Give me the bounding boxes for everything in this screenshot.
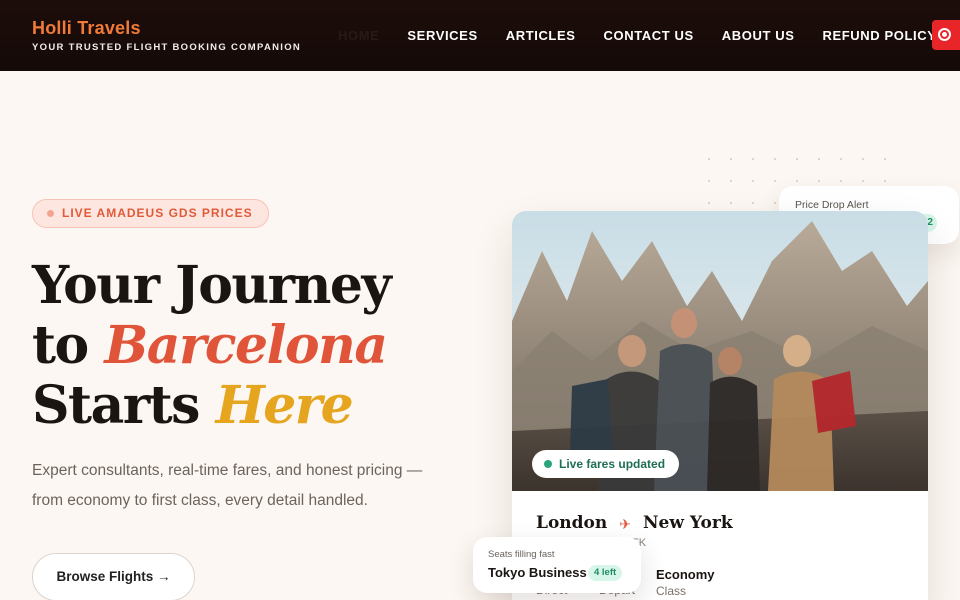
nav-refund-policy[interactable]: REFUND POLICY	[823, 28, 937, 43]
brand-tagline: YOUR TRUSTED FLIGHT BOOKING COMPANION	[32, 42, 302, 53]
hero-travel-photo	[512, 211, 928, 491]
origin-city: London	[536, 512, 608, 533]
price-alert-label: Price Drop Alert	[795, 199, 869, 211]
plane-icon: ✈	[619, 516, 631, 532]
hero-headline: Your Journey to Barcelona Starts Here	[32, 255, 392, 436]
meta-class: Economy Class	[656, 567, 715, 598]
flight-route: London ✈ New York	[536, 512, 733, 533]
nav-links: HOME SERVICES ARTICLES CONTACT US ABOUT …	[338, 28, 960, 43]
seats-route: Tokyo Business	[488, 565, 587, 580]
browse-flights-button[interactable]: Browse Flights →	[32, 553, 195, 600]
headline-here: Here	[215, 375, 354, 436]
record-icon	[938, 28, 951, 41]
headline-line-2: to Barcelona	[32, 315, 388, 376]
nav-home[interactable]: HOME	[338, 28, 379, 43]
headline-city: Barcelona	[104, 315, 388, 376]
headline-line-3: Starts Here	[32, 375, 354, 436]
hero-subtitle: Expert consultants, real-time fares, and…	[32, 462, 423, 509]
nav-services[interactable]: SERVICES	[407, 28, 477, 43]
seats-left-chip: 4 left	[588, 565, 623, 581]
nav-articles[interactable]: ARTICLES	[506, 28, 576, 43]
seats-filling-card[interactable]: Seats filling fast Tokyo Business 4 left	[473, 537, 641, 593]
brand-name[interactable]: Holli Travels	[32, 18, 301, 39]
live-fares-pill: Live fares updated	[532, 450, 680, 478]
brand[interactable]: Holli Travels YOUR TRUSTED FLIGHT BOOKIN…	[32, 18, 301, 53]
live-prices-badge: LIVE AMADEUS GDS PRICES	[32, 199, 269, 228]
destination-city: New York	[642, 512, 733, 533]
seats-label: Seats filling fast	[488, 549, 555, 560]
top-navigation: Holli Travels YOUR TRUSTED FLIGHT BOOKIN…	[0, 0, 960, 71]
nav-contact-us[interactable]: CONTACT US	[604, 28, 694, 43]
nav-about-us[interactable]: ABOUT US	[722, 28, 795, 43]
headline-line-1: Your Journey	[32, 255, 392, 316]
nav-cta-button[interactable]	[932, 20, 960, 50]
